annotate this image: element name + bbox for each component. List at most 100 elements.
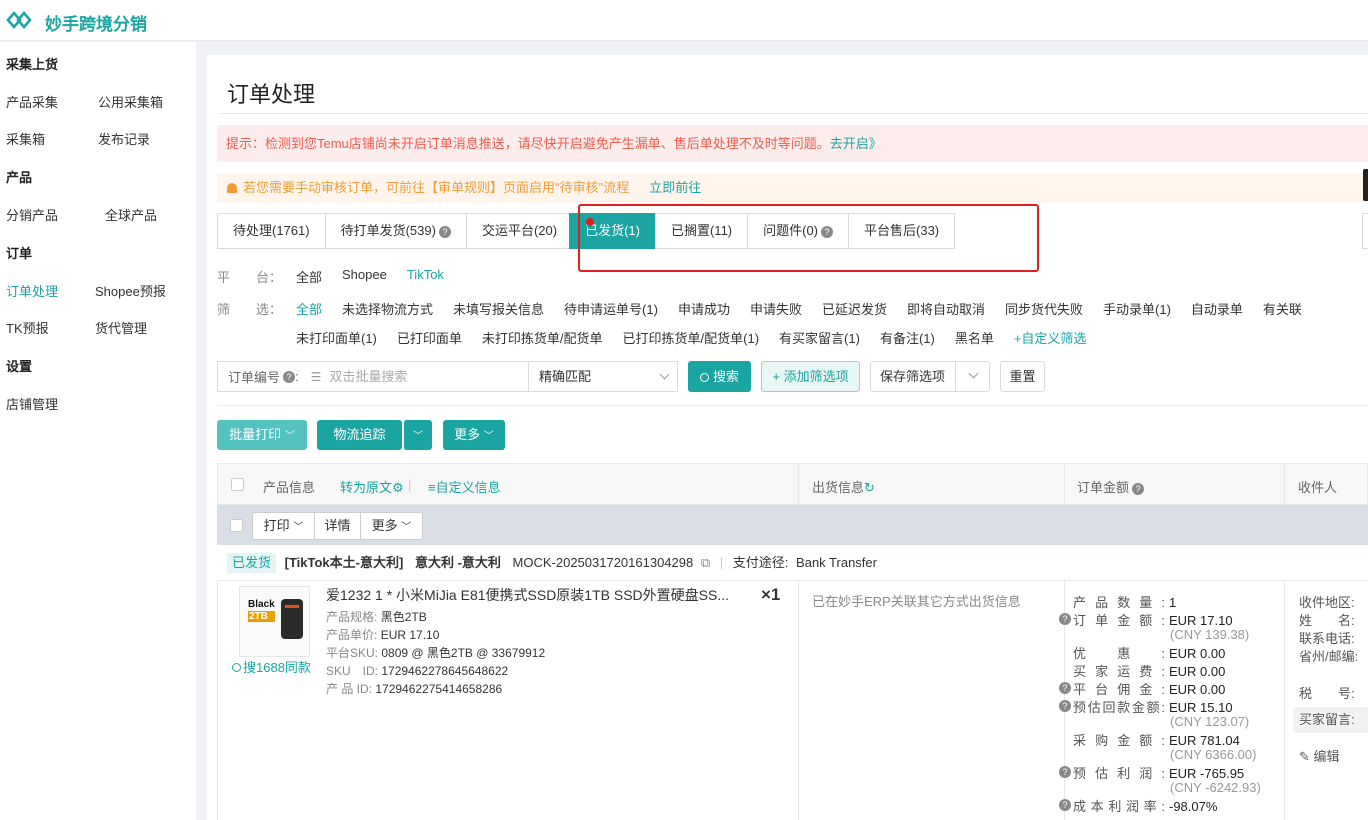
filter-unprinted-picklist[interactable]: 未打印拣货单/配货单	[482, 328, 603, 347]
select-all-checkbox[interactable]	[231, 478, 244, 491]
sidebar-item-public-collect-box[interactable]: 公用采集箱	[98, 92, 163, 111]
receiver-tax-label: 税 号:	[1299, 686, 1355, 701]
print-label: 打印	[263, 518, 290, 533]
amount-est-payout: ? 预估回款金额: EUR 15.10 (CNY 123.07)	[1059, 697, 1249, 729]
right-tab-stub[interactable]	[1362, 213, 1368, 249]
product-thumbnail[interactable]: Black 2TB	[239, 586, 310, 657]
filter-manual-entry[interactable]: 手动录单(1)	[1103, 299, 1171, 318]
search-1688-label: 搜1688同款	[243, 660, 311, 675]
more-dropdown-button[interactable]: 更多 ﹀	[360, 512, 423, 540]
order-no-input[interactable]	[329, 369, 520, 384]
order-search-box: 订单编号 ?: ☰ 精确匹配	[217, 361, 678, 392]
filter-delayed[interactable]: 已延迟发货	[822, 299, 887, 318]
receiver-name-label: 姓 名:	[1299, 613, 1355, 628]
tab-handover-platform[interactable]: 交运平台(20)	[465, 213, 571, 249]
filter-row-2: 未打印面单(1) 已打印面单 未打印拣货单/配货单 已打印拣货单/配货单(1) …	[296, 328, 1106, 347]
go-now-link[interactable]: 立即前往	[649, 180, 701, 195]
amount-value: 1	[1169, 595, 1177, 610]
custom-info-toggle[interactable]: ≡自定义信息	[428, 477, 501, 496]
more-actions-button[interactable]: 更多 ﹀	[443, 420, 505, 450]
platform-shopee[interactable]: Shopee	[342, 267, 387, 286]
help-icon[interactable]: ?	[1059, 766, 1071, 778]
tab-to-print-ship[interactable]: 待打单发货(539)?	[324, 213, 467, 249]
filter-auto-cancel[interactable]: 即将自动取消	[907, 299, 985, 318]
amount-profit-rate: ? 成本利润率: -98.07%	[1059, 796, 1217, 815]
chevron-down-icon[interactable]	[968, 368, 979, 379]
filter-no-logistics[interactable]: 未选择物流方式	[342, 299, 433, 318]
edit-receiver-button[interactable]: ✎ 编辑	[1299, 746, 1340, 765]
sidebar-item-distribution-product[interactable]: 分销产品	[6, 205, 58, 224]
help-icon[interactable]: ?	[1059, 700, 1071, 712]
order-checkbox[interactable]	[230, 519, 243, 532]
logistics-track-dropdown[interactable]: ﹀	[403, 420, 432, 450]
section-divider	[217, 405, 1368, 406]
filter-unprinted-label[interactable]: 未打印面单(1)	[296, 328, 377, 347]
help-icon[interactable]: ?	[1059, 613, 1071, 625]
copy-icon[interactable]: ⧉	[701, 555, 710, 570]
filter-no-customs[interactable]: 未填写报关信息	[453, 299, 544, 318]
filter-buyer-message[interactable]: 有买家留言(1)	[779, 328, 860, 347]
filter-sync-fail[interactable]: 同步货代失败	[1005, 299, 1083, 318]
refresh-icon[interactable]: ↻	[864, 480, 875, 495]
thumb-text: Black 2TB	[248, 599, 275, 622]
print-dropdown-button[interactable]: 打印 ﹀	[252, 512, 315, 540]
custom-filter-link[interactable]: +自定义筛选	[1014, 328, 1087, 347]
to-original-toggle[interactable]: 转为原文⚙	[340, 477, 404, 496]
batch-print-button[interactable]: 批量打印 ﹀	[217, 420, 307, 450]
sidebar-item-store-manage[interactable]: 店铺管理	[6, 394, 58, 413]
sku-id: SKU ID: 1729462278645648622	[326, 662, 508, 679]
tab-pending[interactable]: 待处理(1761)	[217, 213, 326, 249]
enable-push-link[interactable]: 去开启》	[830, 136, 882, 151]
search-button[interactable]: 搜索	[688, 361, 751, 392]
detail-button[interactable]: 详情	[314, 512, 361, 540]
filter-printed-picklist[interactable]: 已打印拣货单/配货单(1)	[623, 328, 760, 347]
sidebar-item-product-collect[interactable]: 产品采集	[6, 92, 58, 111]
amount-key: 买家运费:	[1073, 664, 1165, 679]
search-1688-link[interactable]: 搜1688同款	[232, 657, 311, 676]
amount-discount: 优惠: EUR 0.00	[1073, 643, 1225, 662]
spec-label: 产品规格:	[326, 610, 378, 624]
filter-linked[interactable]: 有关联	[1263, 299, 1302, 318]
floating-side-tab[interactable]	[1363, 169, 1368, 201]
platform-all[interactable]: 全部	[296, 267, 322, 286]
amount-key: 平台佣金:	[1073, 682, 1165, 697]
help-icon[interactable]: ?	[1059, 799, 1071, 811]
sidebar-item-order-processing[interactable]: 订单处理	[6, 281, 58, 300]
amount-value: EUR 781.04	[1169, 733, 1240, 748]
filter-printed-label[interactable]: 已打印面单	[397, 328, 462, 347]
logistics-track-button[interactable]: 物流追踪	[317, 420, 402, 450]
sidebar-item-collect-box[interactable]: 采集箱	[6, 129, 45, 148]
filter-to-apply-tracking[interactable]: 待申请运单号(1)	[564, 299, 658, 318]
th-separator: |	[408, 477, 412, 492]
price-label: 产品单价:	[326, 628, 378, 642]
platform-tiktok[interactable]: TikTok	[407, 267, 444, 286]
filter-blacklist[interactable]: 黑名单	[955, 328, 994, 347]
filter-all[interactable]: 全部	[296, 299, 322, 318]
buyer-message-label: 买家留言:	[1293, 707, 1368, 733]
add-filter-button[interactable]: + 添加筛选项	[761, 361, 860, 392]
amount-value: EUR 17.10	[1169, 613, 1233, 628]
help-icon[interactable]: ?	[1132, 482, 1145, 495]
filter-auto-entry[interactable]: 自动录单	[1191, 299, 1243, 318]
reset-button[interactable]: 重置	[1000, 361, 1045, 392]
order-number[interactable]: MOCK-2025031720161304298	[513, 555, 694, 570]
amount-value: EUR 15.10	[1169, 700, 1233, 715]
amount-value: EUR 0.00	[1169, 646, 1226, 661]
filter-apply-fail[interactable]: 申请失败	[750, 299, 802, 318]
sidebar-item-global-product[interactable]: 全球产品	[105, 205, 157, 224]
sidebar-item-shopee-forecast[interactable]: Shopee预报	[95, 281, 166, 300]
help-icon[interactable]: ?	[438, 225, 451, 238]
sidebar-item-tk-forecast[interactable]: TK预报	[6, 318, 49, 337]
sidebar-item-forwarder-manage[interactable]: 货代管理	[95, 318, 147, 337]
filter-apply-success[interactable]: 申请成功	[678, 299, 730, 318]
column-divider	[1284, 464, 1285, 506]
tab-pending-label: 待处理(1761)	[233, 223, 310, 238]
help-icon[interactable]: ?	[283, 370, 296, 383]
help-icon[interactable]: ?	[1059, 682, 1071, 694]
filter-has-note[interactable]: 有备注(1)	[880, 328, 935, 347]
product-title[interactable]: 爱1232 1 * 小米MiJia E81便携式SSD原装1TB SSD外置硬盘…	[326, 585, 736, 605]
match-mode-select[interactable]: 精确匹配	[528, 362, 678, 391]
sidebar-item-publish-record[interactable]: 发布记录	[98, 129, 150, 148]
save-filter-button[interactable]: 保存筛选项	[870, 361, 990, 392]
receiver-phone-label: 联系电话:	[1299, 631, 1355, 646]
